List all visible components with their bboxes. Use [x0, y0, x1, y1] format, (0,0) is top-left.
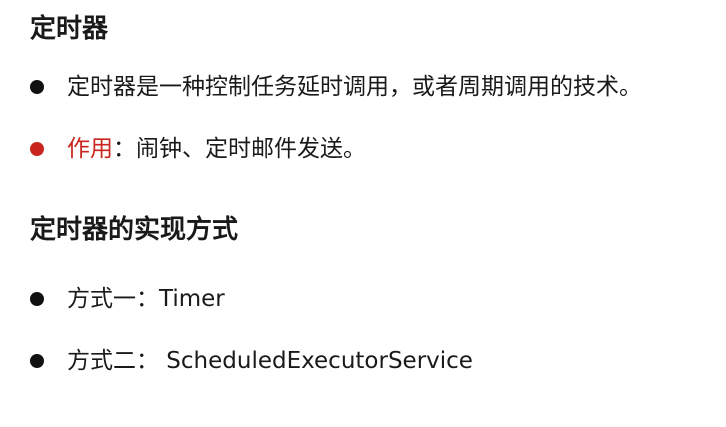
bullet-text: 方式一：Timer	[67, 286, 225, 312]
bullet-icon	[30, 80, 44, 94]
list-item: 方式二： ScheduledExecutorService	[30, 346, 473, 376]
section-title-implementation: 定时器的实现方式	[30, 215, 239, 245]
list-item: 作用：闹钟、定时邮件发送。	[30, 134, 366, 164]
bullet-icon-red	[30, 142, 44, 156]
bullet-text: 作用：闹钟、定时邮件发送。	[67, 134, 366, 164]
bullet-text-rest: ：闹钟、定时邮件发送。	[113, 136, 366, 162]
section-title-timer: 定时器	[30, 14, 109, 44]
bullet-text: 定时器是一种控制任务延时调用，或者周期调用的技术。	[67, 74, 642, 100]
bullet-label-highlight: 作用	[67, 136, 113, 162]
list-item: 定时器是一种控制任务延时调用，或者周期调用的技术。	[30, 72, 642, 102]
bullet-text: 方式二： ScheduledExecutorService	[67, 348, 473, 374]
list-item: 方式一：Timer	[30, 284, 225, 314]
bullet-icon	[30, 292, 44, 306]
bullet-icon	[30, 354, 44, 368]
